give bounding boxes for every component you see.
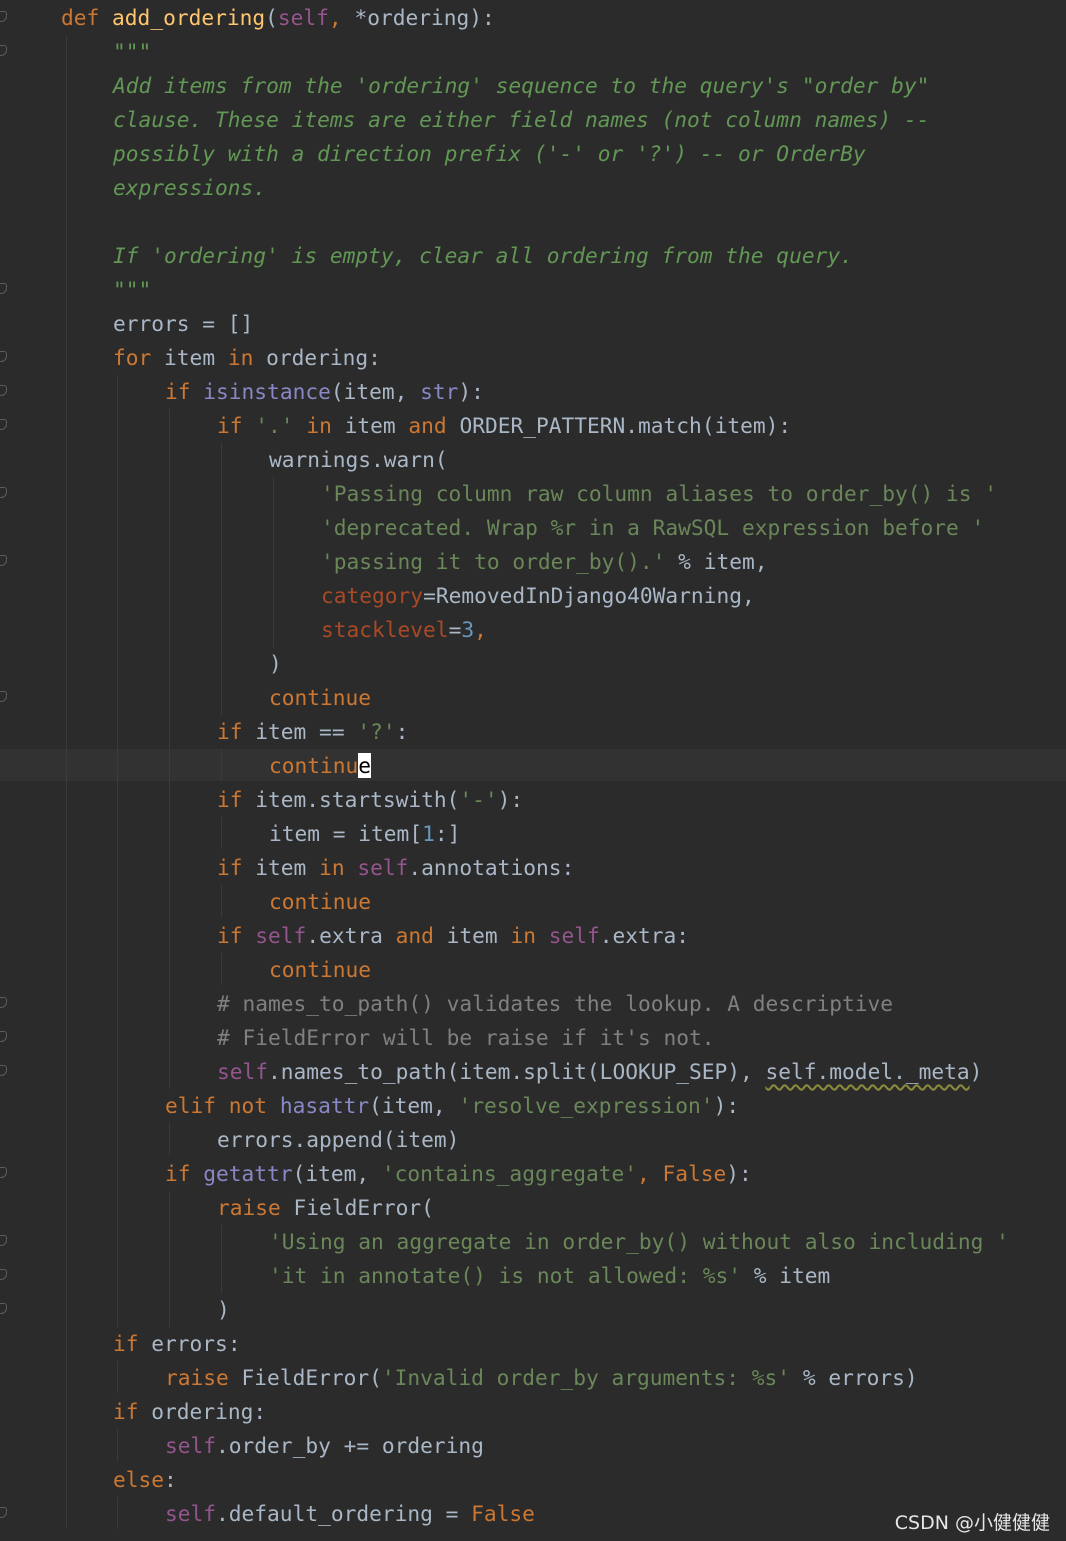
docstring-line[interactable]: If 'ordering' is empty, clear all orderi… [113,239,853,273]
code-line[interactable]: self.default_ordering = False [165,1497,535,1531]
indent-guide [221,443,222,715]
indent-guide [117,1429,118,1461]
indent-guide [117,375,118,1327]
fold-marker-icon[interactable] [0,1507,7,1518]
fold-marker-icon[interactable] [0,1269,7,1280]
fold-marker-icon[interactable] [0,997,7,1008]
code-line[interactable]: errors.append(item) [217,1123,459,1157]
code-line[interactable]: self.names_to_path(item.split(LOOKUP_SEP… [217,1055,982,1089]
code-line[interactable]: self.order_by += ordering [165,1429,484,1463]
code-line[interactable]: if '.' in item and ORDER_PATTERN.match(i… [217,409,791,443]
docstring-line[interactable]: possibly with a direction prefix ('-' or… [113,137,866,171]
code-line[interactable]: errors = [] [113,307,253,341]
comment-line[interactable]: # FieldError will be raise if it's not. [217,1021,714,1055]
comment-line[interactable]: # names_to_path() validates the lookup. … [217,987,893,1021]
indent-guide [169,1123,170,1155]
indent-guide [169,409,170,1089]
code-line[interactable]: ) [217,1293,230,1327]
code-line[interactable]: raise FieldError('Invalid order_by argum… [165,1361,918,1395]
text-caret: e [358,753,372,778]
fold-marker-icon[interactable] [0,419,7,430]
fold-marker-icon[interactable] [0,11,7,22]
code-line[interactable]: raise FieldError( [217,1191,434,1225]
code-line[interactable]: if item in self.annotations: [217,851,574,885]
current-line-highlight [0,749,1066,781]
code-line[interactable]: warnings.warn( [269,443,448,477]
fold-marker-icon[interactable] [0,1065,7,1076]
docstring-line[interactable]: Add items from the 'ordering' sequence t… [113,69,929,103]
fold-marker-icon[interactable] [0,45,7,56]
fold-marker-icon[interactable] [0,1031,7,1042]
fold-marker-icon[interactable] [0,1167,7,1178]
string-line[interactable]: 'Using an aggregate in order_by() withou… [269,1225,1009,1259]
indent-guide [66,36,67,1528]
code-line[interactable]: def add_ordering(self, *ordering): [61,1,495,35]
inspection-warning[interactable]: self.model._meta [766,1059,970,1084]
indent-guide [117,1361,118,1393]
fold-marker-icon[interactable] [0,691,7,702]
code-line[interactable]: elif not hasattr(item, 'resolve_expressi… [165,1089,739,1123]
indent-guide [221,885,222,917]
indent-guide [221,817,222,849]
watermark: CSDN @小健健健 [894,1512,1050,1534]
function-name: add_ordering [112,5,266,30]
fold-marker-icon[interactable] [0,351,7,362]
code-line[interactable]: continue [269,885,371,919]
indent-guide [169,1191,170,1327]
code-editor[interactable]: def add_ordering(self, *ordering): """ A… [0,0,1066,1541]
code-line[interactable]: continue [269,953,371,987]
indent-guide [221,1225,222,1293]
indent-guide [273,477,274,647]
fold-marker-icon[interactable] [0,1303,7,1314]
code-line[interactable]: if errors: [113,1327,241,1361]
indent-guide [221,953,222,985]
docstring-line[interactable]: """ [113,273,151,307]
fold-marker-icon[interactable] [0,1235,7,1246]
fold-marker-icon[interactable] [0,283,7,294]
code-line[interactable]: if self.extra and item in self.extra: [217,919,689,953]
code-line[interactable]: else: [113,1463,177,1497]
keyword: def [61,5,100,30]
code-line[interactable]: if isinstance(item, str): [165,375,484,409]
code-line[interactable]: if getattr(item, 'contains_aggregate', F… [165,1157,752,1191]
fold-marker-icon[interactable] [0,385,7,396]
current-code-line[interactable]: continue [269,749,372,783]
code-line[interactable]: 'it in annotate() is not allowed: %s' % … [269,1259,830,1293]
code-line[interactable]: continue [269,681,371,715]
docstring-line[interactable]: expressions. [113,171,266,205]
code-line[interactable]: item = item[1:] [269,817,460,851]
self-token: self [277,5,329,30]
code-line[interactable]: 'passing it to order_by().' % item, [321,545,767,579]
indent-guide [117,1497,118,1529]
code-line[interactable]: if item == '?': [217,715,408,749]
docstring-line[interactable]: clause. These items are either field nam… [113,103,929,137]
string-line[interactable]: 'deprecated. Wrap %r in a RawSQL express… [321,511,984,545]
code-line[interactable]: if item.startswith('-'): [217,783,523,817]
code-line[interactable]: stacklevel=3, [321,613,487,647]
code-line[interactable]: for item in ordering: [113,341,381,375]
indent-guide [221,749,222,781]
fold-marker-icon[interactable] [0,555,7,566]
code-line[interactable]: category=RemovedInDjango40Warning, [321,579,755,613]
code-line[interactable]: if ordering: [113,1395,266,1429]
fold-marker-icon[interactable] [0,487,7,498]
string-line[interactable]: 'Passing column raw column aliases to or… [321,477,997,511]
docstring-line[interactable]: """ [113,35,151,69]
code-line[interactable]: ) [269,647,282,681]
